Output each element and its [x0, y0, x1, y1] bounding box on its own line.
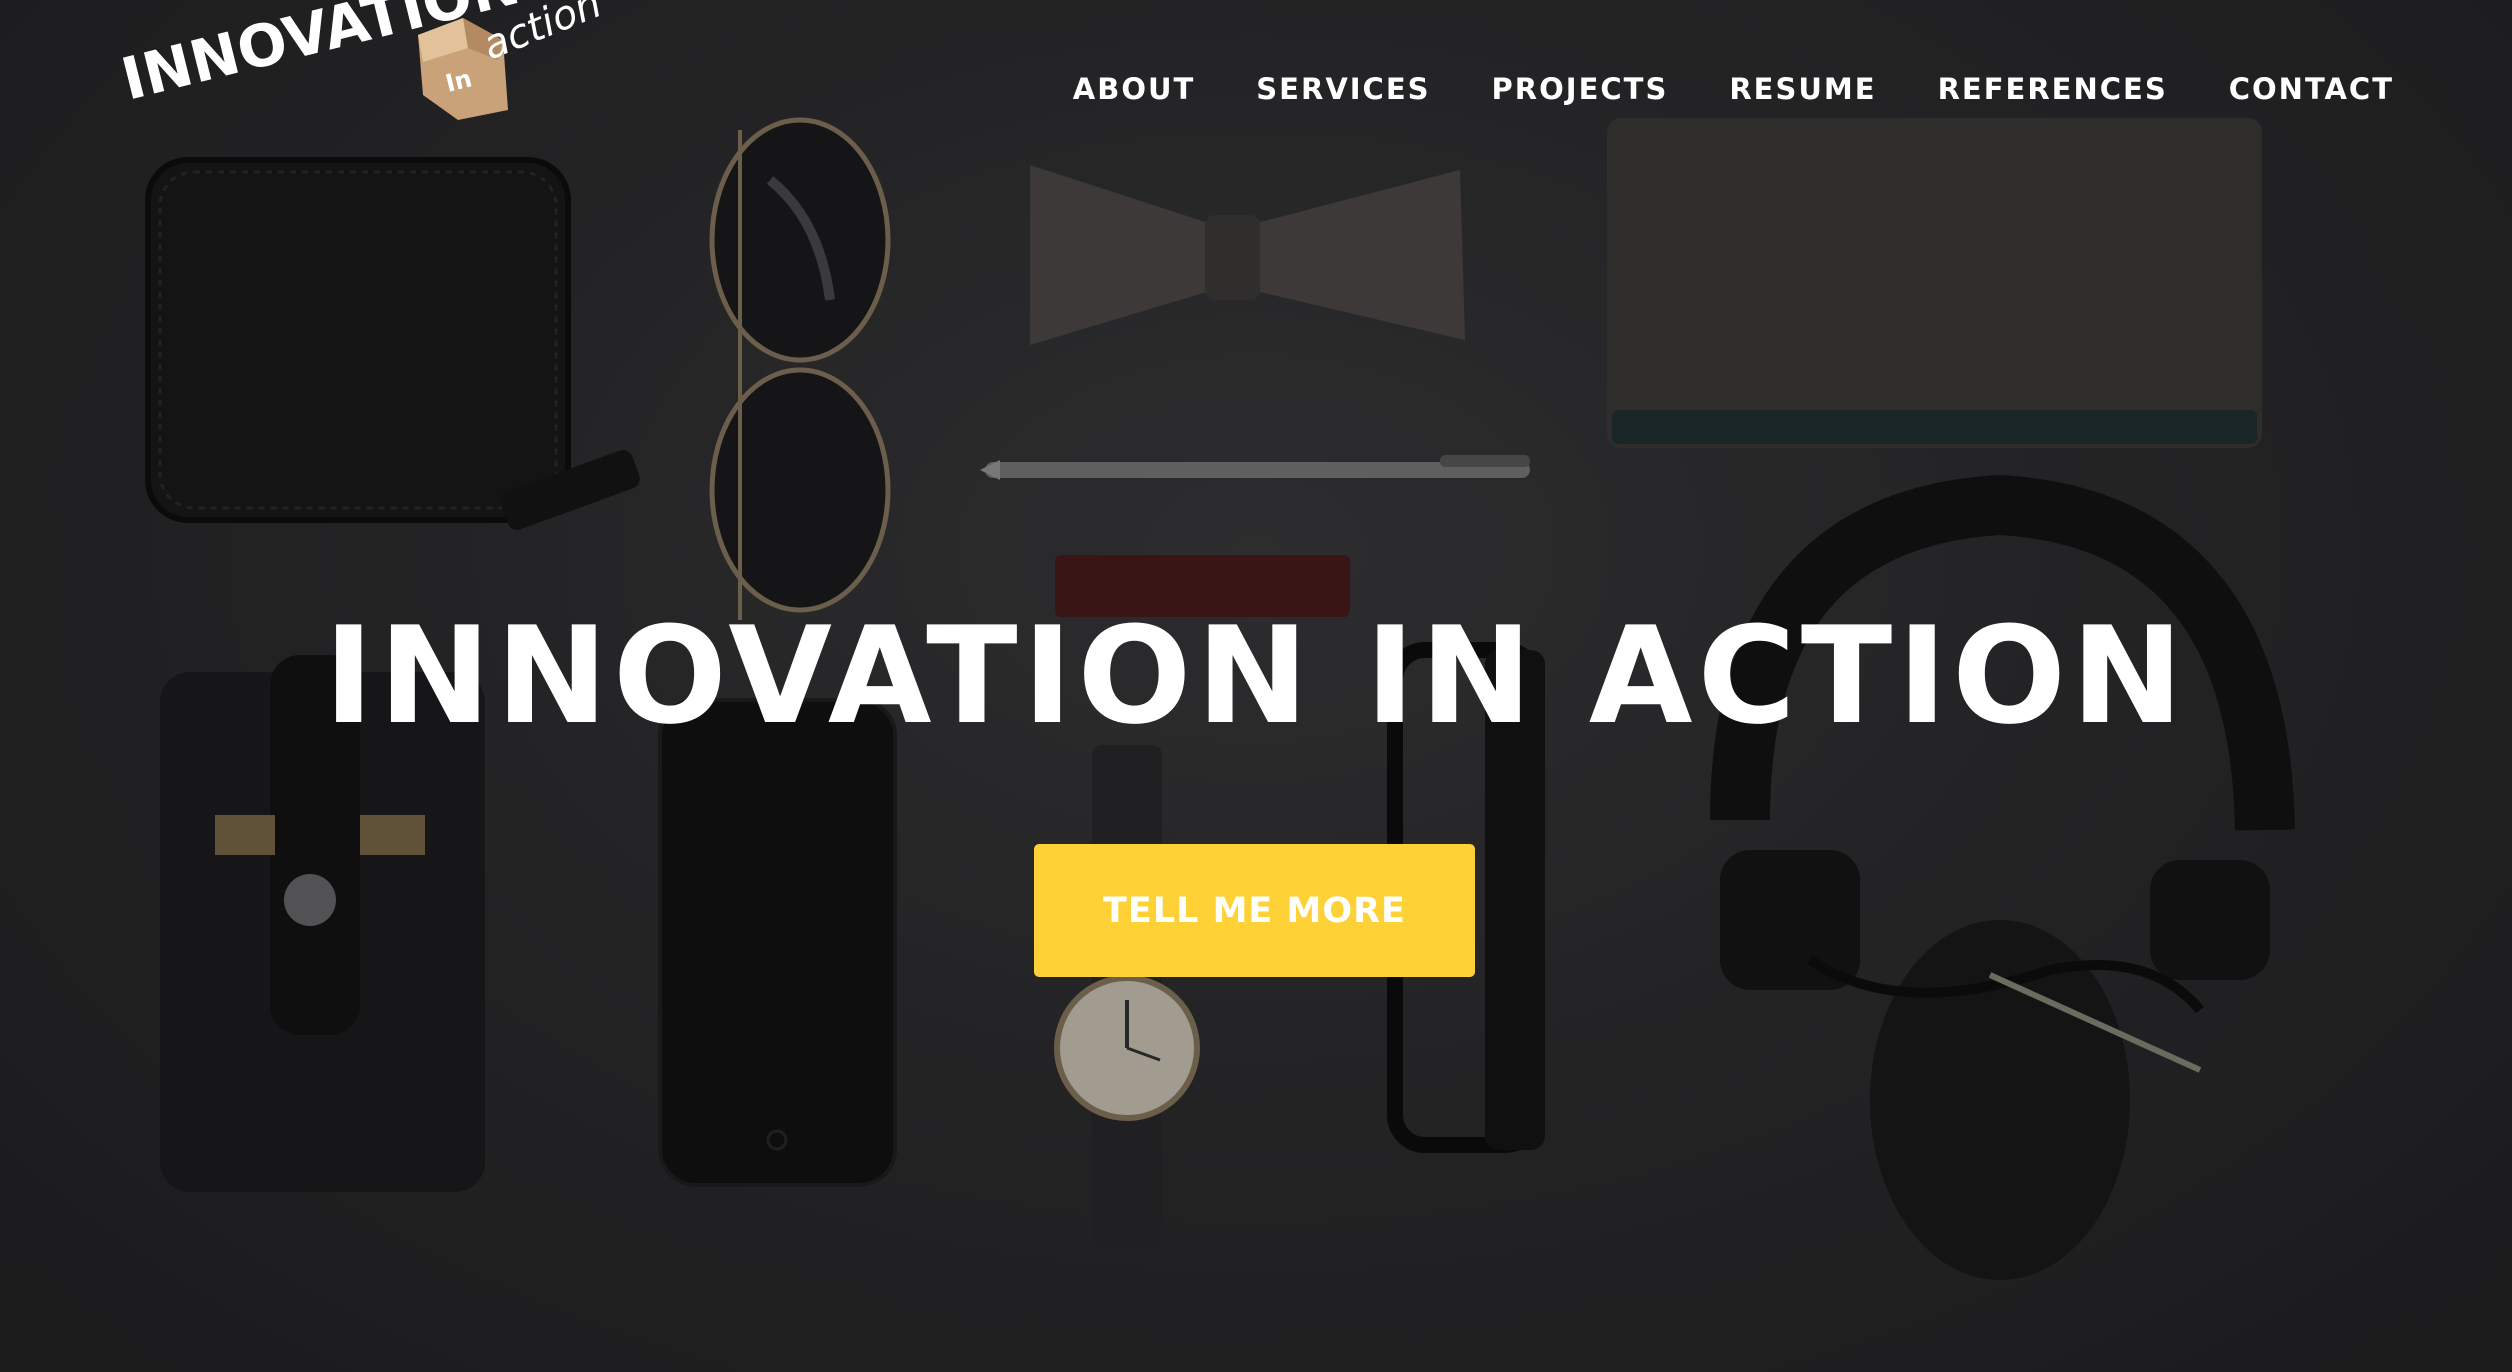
- nav-item-about[interactable]: ABOUT: [1073, 72, 1196, 106]
- main-nav: ABOUT SERVICES PROJECTS RESUME REFERENCE…: [1012, 72, 2394, 106]
- hero-section: INNOVATION In action ABOUT SERVICES PROJ…: [0, 0, 2512, 1372]
- nav-item-services[interactable]: SERVICES: [1256, 72, 1430, 106]
- nav-item-references[interactable]: REFERENCES: [1938, 72, 2168, 106]
- nav-item-projects[interactable]: PROJECTS: [1492, 72, 1669, 106]
- site-logo[interactable]: INNOVATION In action: [118, 0, 618, 130]
- nav-item-resume[interactable]: RESUME: [1729, 72, 1876, 106]
- tell-me-more-button[interactable]: TELL ME MORE: [1034, 844, 1475, 977]
- nav-item-contact[interactable]: CONTACT: [2229, 72, 2394, 106]
- hero-headline: INNOVATION IN ACTION: [323, 598, 2189, 754]
